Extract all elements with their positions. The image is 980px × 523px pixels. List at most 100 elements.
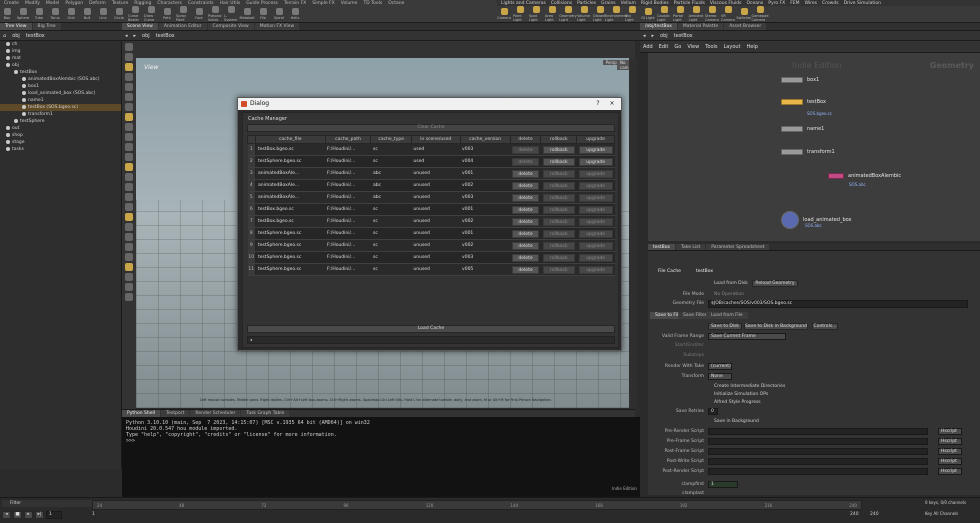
shelf-tab-right[interactable]: Particles (577, 1, 596, 6)
tree-item[interactable]: transform1 (0, 111, 121, 118)
tree-item[interactable]: testBox (0, 69, 121, 76)
shelf-tab[interactable]: Hair Utils (220, 1, 241, 6)
shelf-tab-right[interactable]: Viscous Fluids (710, 1, 742, 6)
shelf-tab-right[interactable]: Lights and Cameras (501, 1, 546, 6)
cell-type[interactable]: abc (370, 191, 412, 204)
shelf-tool-light[interactable]: Camera (497, 8, 511, 20)
shelf-tab[interactable]: Guide Process (246, 1, 278, 6)
transform-menu[interactable]: None (708, 373, 732, 380)
cell-path[interactable]: F:/Houdini/... (325, 203, 371, 216)
shelf-tab[interactable]: Volume (341, 1, 358, 6)
script-field[interactable] (708, 438, 928, 445)
geometry-file-field[interactable]: $JOB/caches/SOS/v003/SOS.bgeo.sc (708, 300, 968, 308)
viewer-tool-icon[interactable] (125, 253, 133, 261)
shelf-tab[interactable]: Characters (157, 1, 182, 6)
close-icon[interactable]: × (605, 98, 619, 110)
pane-tab[interactable]: Composite View (207, 23, 254, 30)
viewer-tool-icon[interactable] (125, 123, 133, 131)
render-take-menu[interactable]: (current) (708, 363, 732, 370)
viewer-tool-icon[interactable] (125, 283, 133, 291)
pane-tab[interactable]: Animation Editor (158, 23, 207, 30)
pane-tab[interactable]: Scene View (122, 23, 158, 30)
cell-file[interactable]: testSphere.bgeo.sc (255, 239, 326, 252)
shelf-tool-light[interactable]: GI Light (641, 8, 655, 20)
cell-path[interactable]: F:/Houdini/... (325, 179, 371, 192)
shelf-tool[interactable]: L-System (224, 6, 238, 22)
dialog-titlebar[interactable]: Dialog ? × (238, 98, 621, 110)
file-mode-value[interactable]: No Operation (714, 292, 744, 297)
script-lang-menu[interactable]: Hscript (938, 458, 962, 465)
tree-item[interactable]: tasks (0, 146, 121, 153)
shelf-tool[interactable]: Line (96, 8, 110, 20)
tree-item[interactable]: out (0, 125, 121, 132)
col-header[interactable]: in scene/used (410, 135, 461, 144)
rollback-button[interactable]: rollback (542, 229, 575, 238)
forward-icon[interactable]: ▸ (131, 33, 140, 39)
shelf-tab-right[interactable]: Grains (601, 1, 616, 6)
cell-type[interactable]: sc (370, 143, 412, 156)
node-transform1[interactable]: transform1 (781, 149, 835, 155)
viewer-tool-icon[interactable] (125, 53, 133, 61)
viewer-tool-icon[interactable] (125, 93, 133, 101)
cell-used[interactable]: unused (411, 215, 461, 228)
upgrade-button[interactable]: upgrade (578, 229, 613, 238)
cell-ver[interactable]: v004 (460, 155, 511, 168)
net-back-icon[interactable]: ◂ (640, 33, 649, 39)
shelf-tool-light[interactable]: Ambient Light (689, 6, 703, 22)
cell-ver[interactable]: v002 (460, 215, 511, 228)
shelf-tool[interactable]: Box (0, 8, 14, 20)
net-path-obj[interactable]: obj (657, 33, 671, 39)
shelf-tool-light[interactable]: Switcher (736, 8, 752, 20)
dialog-scrollbar[interactable]: ◂ (247, 336, 615, 344)
node-animatedboxalembic[interactable]: animatedBoxAlembic (828, 173, 901, 179)
cell-used[interactable]: unused (411, 251, 461, 264)
cell-file[interactable]: testSphere.bgeo.sc (255, 251, 326, 264)
shelf-tab-right[interactable]: Particle Fluids (674, 1, 705, 6)
node-box1[interactable]: box1 (781, 77, 819, 83)
shelf-tool[interactable]: Font (192, 8, 206, 20)
tree-item[interactable]: name1 (0, 97, 121, 104)
rollback-button[interactable]: rollback (542, 157, 575, 166)
col-header[interactable]: rollback (540, 135, 578, 144)
delete-button[interactable]: delete (512, 229, 539, 238)
viewer-tool-icon[interactable] (125, 63, 133, 71)
net-menu-item[interactable]: Layout (721, 44, 744, 50)
tree-item[interactable]: animatedBoxAlembic (SOS.abc) (0, 76, 121, 83)
script-lang-menu[interactable]: Hscript (938, 428, 962, 435)
viewer-tool-icon[interactable] (125, 103, 133, 111)
upgrade-button[interactable]: upgrade (578, 169, 613, 178)
valid-frame-range-menu[interactable]: Save Current Frame (708, 333, 786, 340)
load-from-disk-toggle[interactable]: Load from Disk (714, 281, 748, 286)
viewer-tool-icon[interactable] (125, 223, 133, 231)
delete-button[interactable]: delete (512, 145, 539, 154)
shelf-tool[interactable]: Sphere (16, 8, 30, 20)
cell-type[interactable]: sc (370, 227, 412, 240)
rollback-button[interactable]: rollback (542, 181, 575, 190)
node-name1[interactable]: name1 (781, 126, 824, 132)
viewer-tool-icon[interactable] (125, 203, 133, 211)
net-menu-item[interactable]: Add (640, 44, 656, 50)
clampfirst-field[interactable]: 1 (708, 481, 738, 488)
shelf-tool[interactable]: Null (80, 8, 94, 20)
tree-item[interactable]: img (0, 48, 121, 55)
bottom-tab[interactable]: Render Scheduler (190, 410, 241, 417)
cell-used[interactable]: used (411, 143, 461, 156)
tree-item[interactable]: stage (0, 139, 121, 146)
shelf-tool[interactable]: Path (160, 8, 174, 20)
shelf-tool-light[interactable]: Gamepad Camera (752, 6, 769, 22)
cell-path[interactable]: F:/Houdini/... (325, 167, 371, 180)
shelf-tool[interactable]: Spray Paint (176, 6, 190, 22)
upgrade-button[interactable]: upgrade (578, 265, 613, 274)
col-header[interactable]: cache_file (255, 135, 326, 144)
viewer-tool-icon[interactable] (125, 213, 133, 221)
stop-icon[interactable]: ■ (13, 511, 22, 519)
shelf-tool-light[interactable]: Point Light (513, 6, 527, 22)
tree-item[interactable]: ch (0, 41, 121, 48)
net-menu-item[interactable]: Edit (656, 44, 672, 50)
net-menu-item[interactable]: Tools (702, 44, 720, 50)
cell-ver[interactable]: v005 (460, 263, 511, 276)
cell-ver[interactable]: v003 (460, 191, 511, 204)
cell-path[interactable]: F:/Houdini/... (325, 239, 371, 252)
net-forward-icon[interactable]: ▸ (649, 33, 658, 39)
pane-tab[interactable]: Asset Browser (724, 23, 767, 30)
